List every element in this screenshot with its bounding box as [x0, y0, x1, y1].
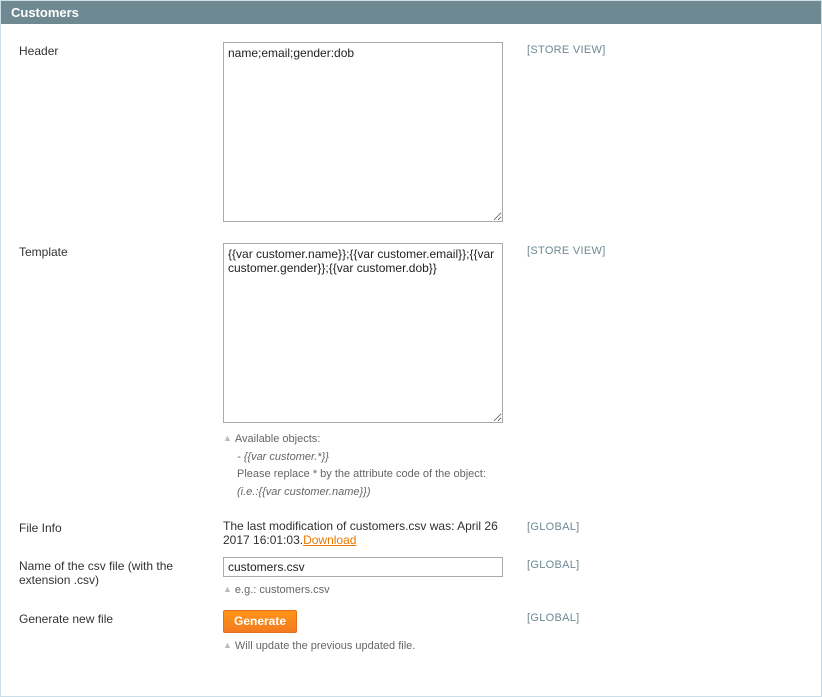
template-scope: [STORE VIEW]: [527, 243, 657, 257]
filename-label: Name of the csv file (with the extension…: [19, 557, 209, 587]
template-textarea[interactable]: [223, 243, 503, 423]
template-note-example: (i.e.:{{var customer.name}}): [223, 484, 513, 502]
fileinfo-text: The last modification of customers.csv w…: [223, 519, 498, 547]
filename-note-text: e.g.: customers.csv: [235, 584, 330, 596]
filename-scope: [GLOBAL]: [527, 557, 657, 571]
note-arrow-icon: ▲: [223, 431, 232, 445]
download-link[interactable]: Download: [303, 533, 356, 547]
fileinfo-label: File Info: [19, 519, 209, 535]
filename-input[interactable]: [223, 557, 503, 577]
filename-note: ▲e.g.: customers.csv: [223, 582, 513, 600]
field-row-filename: Name of the csv file (with the extension…: [19, 557, 803, 600]
field-row-fileinfo: File Info The last modification of custo…: [19, 519, 803, 547]
template-note-title: Available objects:: [235, 433, 320, 445]
fileinfo-value: The last modification of customers.csv w…: [223, 519, 513, 547]
field-row-generate: Generate new file Generate ▲Will update …: [19, 610, 803, 656]
header-label: Header: [19, 42, 209, 58]
header-scope: [STORE VIEW]: [527, 42, 657, 56]
template-note-var: - {{var customer.*}}: [223, 449, 513, 467]
customers-config-panel: Customers Header [STORE VIEW] Template ▲…: [0, 0, 822, 697]
fileinfo-scope: [GLOBAL]: [527, 519, 657, 533]
generate-label: Generate new file: [19, 610, 209, 626]
template-note-instruction: Please replace * by the attribute code o…: [223, 466, 513, 484]
generate-button[interactable]: Generate: [223, 610, 297, 633]
template-note: ▲Available objects: - {{var customer.*}}…: [223, 431, 513, 501]
note-arrow-icon: ▲: [223, 582, 232, 596]
note-arrow-icon: ▲: [223, 638, 232, 652]
panel-body: Header [STORE VIEW] Template ▲Available …: [1, 24, 821, 696]
generate-scope: [GLOBAL]: [527, 610, 657, 624]
field-row-template: Template ▲Available objects: - {{var cus…: [19, 243, 803, 501]
generate-note-text: Will update the previous updated file.: [235, 640, 415, 652]
header-textarea[interactable]: [223, 42, 503, 222]
template-label: Template: [19, 243, 209, 259]
generate-note: ▲Will update the previous updated file.: [223, 638, 513, 656]
field-row-header: Header [STORE VIEW]: [19, 42, 803, 225]
panel-header: Customers: [1, 1, 821, 24]
panel-title: Customers: [11, 5, 79, 20]
